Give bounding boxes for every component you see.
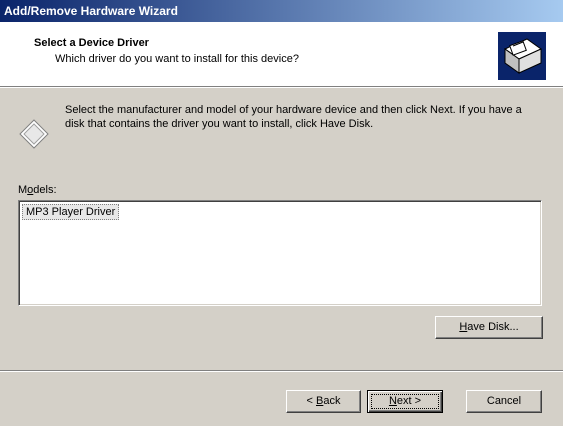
- have-disk-button[interactable]: Have Disk...: [435, 316, 543, 339]
- models-list[interactable]: MP3 Player Driver: [18, 200, 542, 306]
- page-subtitle: Which driver do you want to install for …: [55, 53, 299, 65]
- window-title: Add/Remove Hardware Wizard: [4, 4, 178, 18]
- next-button[interactable]: Next >: [367, 390, 443, 413]
- wizard-header: Select a Device Driver Which driver do y…: [0, 22, 563, 87]
- instruction-text: Select the manufacturer and model of you…: [65, 104, 522, 130]
- separator: [0, 370, 563, 372]
- list-item[interactable]: MP3 Player Driver: [22, 204, 120, 220]
- models-label: Models:: [18, 184, 57, 196]
- cancel-button[interactable]: Cancel: [466, 390, 542, 413]
- diamond-info-icon: [19, 119, 49, 149]
- back-button[interactable]: < Back: [286, 390, 361, 413]
- page-title: Select a Device Driver: [34, 37, 149, 49]
- title-bar[interactable]: Add/Remove Hardware Wizard: [0, 0, 563, 22]
- focus-rect: [371, 394, 439, 409]
- hardware-wizard-icon: [498, 32, 546, 80]
